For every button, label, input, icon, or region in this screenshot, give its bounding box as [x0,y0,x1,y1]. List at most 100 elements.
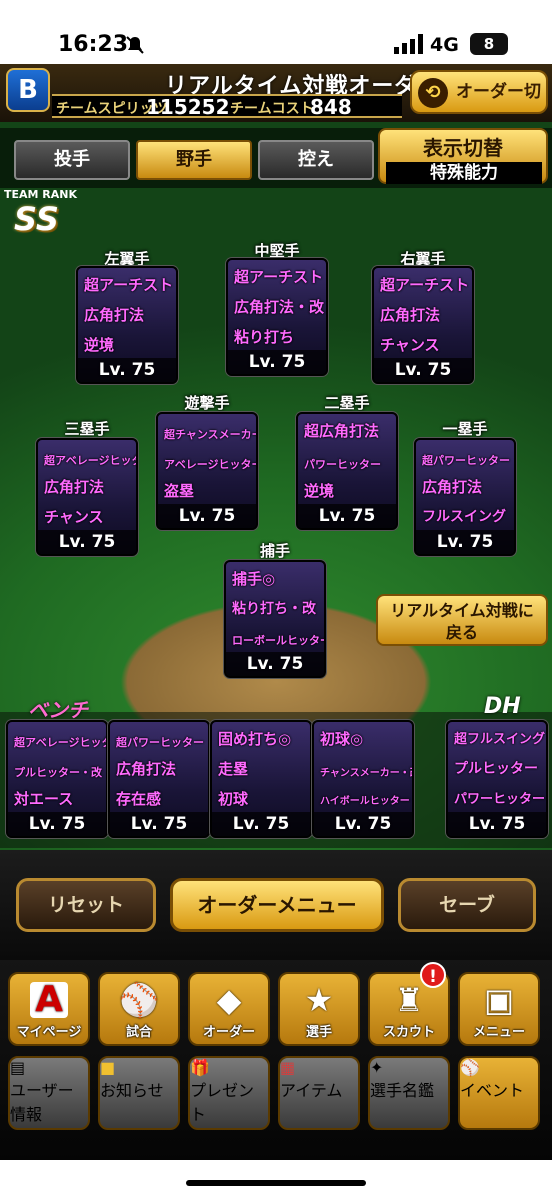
display-toggle-label: 表示切替 [423,136,503,160]
reset-button[interactable]: リセット [16,878,156,932]
team-rank-value: SS [14,200,59,238]
skill-1: 超広角打法 [304,422,380,440]
player-card-rf[interactable]: 超アーチスト 広角打法 チャンス Lv. 75 [372,266,474,384]
position-label-3b: 三塁手 [64,420,110,438]
skill-1: 超パワーヒッター [116,736,204,749]
skill-3: 初球 [218,790,249,808]
skill-2: プルヒッター・改 [14,766,102,779]
skill-2: プルヒッター [454,761,538,777]
display-toggle-button[interactable]: 表示切替 特殊能力 [378,128,548,184]
position-label-1b: 一塁手 [442,420,488,438]
status-bar: 16:23 4G 8 [0,0,552,64]
event-icon: ⚾ [460,1058,480,1077]
skill-2: アベレージヒッター [164,458,258,471]
position-label-2b: 二塁手 [324,394,370,412]
nav-notice[interactable]: ■ お知らせ [98,1056,180,1130]
nav-present[interactable]: 🎁 プレゼント [188,1056,270,1130]
return-to-realtime-button[interactable]: リアルタイム対戦に 戻る [376,594,548,646]
skill-2: 広角打法 [380,306,441,324]
skill-3: ハイボールヒッター [320,796,410,807]
player-level: Lv. 75 [394,360,452,380]
tab-pitcher[interactable]: 投手 [14,140,130,180]
team-cost-value: 848 [310,95,352,119]
display-toggle-value: 特殊能力 [386,162,542,184]
skill-2: 広角打法 [422,478,483,496]
scout-notification-badge: ! [420,962,446,988]
skill-1: 超アーチスト [234,268,324,286]
scout-icon: ♜ [394,981,424,1019]
nav-label: オーダー [202,1025,255,1040]
skill-1: 超チャンスメーカー [164,428,258,441]
skill-2: 広角打法 [116,760,177,778]
player-card-ss[interactable]: 超チャンスメーカー アベレージヒッター 盗塁 Lv. 75 [156,412,258,530]
order-menu-button[interactable]: オーダーメニュー [170,878,384,932]
nav-event[interactable]: ⚾ イベント [458,1056,540,1130]
bench-card-2[interactable]: 超パワーヒッター 広角打法 存在感 Lv. 75 [108,720,210,838]
gift-icon: 🎁 [190,1058,210,1077]
nav-label: マイページ [16,1025,82,1040]
network-type: 4G [430,34,459,56]
skill-3: 盗塁 [164,482,195,500]
skill-1: 固め打ち◎ [218,730,292,748]
signal-icon [394,34,423,54]
player-directory-icon: ✦ [370,1058,384,1077]
swap-icon: ⟲ [418,78,448,108]
player-level: Lv. 75 [436,532,494,552]
nav-label: イベント [460,1081,525,1100]
nav-user-info[interactable]: ▤ ユーザー情報 [8,1056,90,1130]
player-level: Lv. 75 [334,814,392,834]
nav-mypage[interactable]: A マイページ [8,972,90,1046]
player-card-lf[interactable]: 超アーチスト 広角打法 逆境 Lv. 75 [76,266,178,384]
nav-order[interactable]: ◆ オーダー [188,972,270,1046]
nav-label: 選手 [305,1025,332,1040]
skill-2: 広角打法 [84,306,145,324]
nav-menu[interactable]: ▣ メニュー [458,972,540,1046]
skill-2: チャンスメーカー・改 [320,768,414,779]
bench-card-3[interactable]: 固め打ち◎ 走塁 初球 Lv. 75 [210,720,312,838]
player-card-2b[interactable]: 超広角打法 パワーヒッター 逆境 Lv. 75 [296,412,398,530]
return-label-line2: 戻る [445,623,478,642]
skill-2: 広角打法 [44,478,105,496]
skill-1: 超アーチスト [84,276,174,294]
nav-player[interactable]: ★ 選手 [278,972,360,1046]
player-card-1b[interactable]: 超パワーヒッター 広角打法 フルスイング Lv. 75 [414,438,516,556]
return-label-line1: リアルタイム対戦に [390,601,534,620]
skill-3: 逆境 [304,482,335,500]
home-indicator[interactable] [186,1180,366,1186]
team-stats-bar: チームスピリッツ 115252 チームコスト 848 [52,94,402,119]
player-card-3b[interactable]: 超アベレージヒッター 広角打法 チャンス Lv. 75 [36,438,138,556]
save-button[interactable]: セーブ [398,878,536,932]
player-level: Lv. 75 [248,352,306,372]
tab-reserve[interactable]: 控え [258,140,374,180]
nav-label: お知らせ [100,1081,164,1100]
skill-3: ローボールヒッター [232,634,326,647]
skill-3: 対エース [14,790,74,808]
skill-3: チャンス [44,508,104,526]
player-level: Lv. 75 [468,814,526,834]
order-switch-button[interactable]: ⟲ オーダー切替 [410,70,548,142]
position-label-c: 捕手 [259,542,290,560]
user-info-icon: ▤ [10,1058,26,1077]
bench-card-1[interactable]: 超アベレージヒッター プルヒッター・改 対エース Lv. 75 [6,720,108,838]
skill-1: 超フルスイング [454,732,546,747]
bell-muted-icon [126,36,144,54]
skill-3: チャンス [380,336,440,354]
nav-game[interactable]: ⚾ 試合 [98,972,180,1046]
player-level: Lv. 75 [28,814,86,834]
player-card-c[interactable]: 捕手◎ 粘り打ち・改 ローボールヒッター Lv. 75 [224,560,326,678]
battery-level: 8 [470,33,508,55]
tab-fielder[interactable]: 野手 [136,140,252,180]
skill-1: 超アベレージヒッター [14,736,106,749]
player-icon: ★ [304,981,334,1019]
bench-card-dh[interactable]: 超フルスイング プルヒッター パワーヒッター Lv. 75 [446,720,548,838]
bench-card-4[interactable]: 初球◎ チャンスメーカー・改 ハイボールヒッター Lv. 75 [312,720,414,838]
menu-icon: ▣ [483,981,515,1019]
nav-player-directory[interactable]: ✦ 選手名鑑 [368,1056,450,1130]
skill-3: 存在感 [116,790,162,808]
app-root: { "status_bar": {"time": "16:23", "netwo… [0,0,552,1200]
dh-label: DH [484,694,521,719]
player-level: Lv. 75 [98,360,156,380]
nav-item[interactable]: ▦ アイテム [278,1056,360,1130]
player-card-cf[interactable]: 超アーチスト 広角打法・改 粘り打ち Lv. 75 [226,258,328,376]
skill-1: 初球◎ [320,730,364,748]
